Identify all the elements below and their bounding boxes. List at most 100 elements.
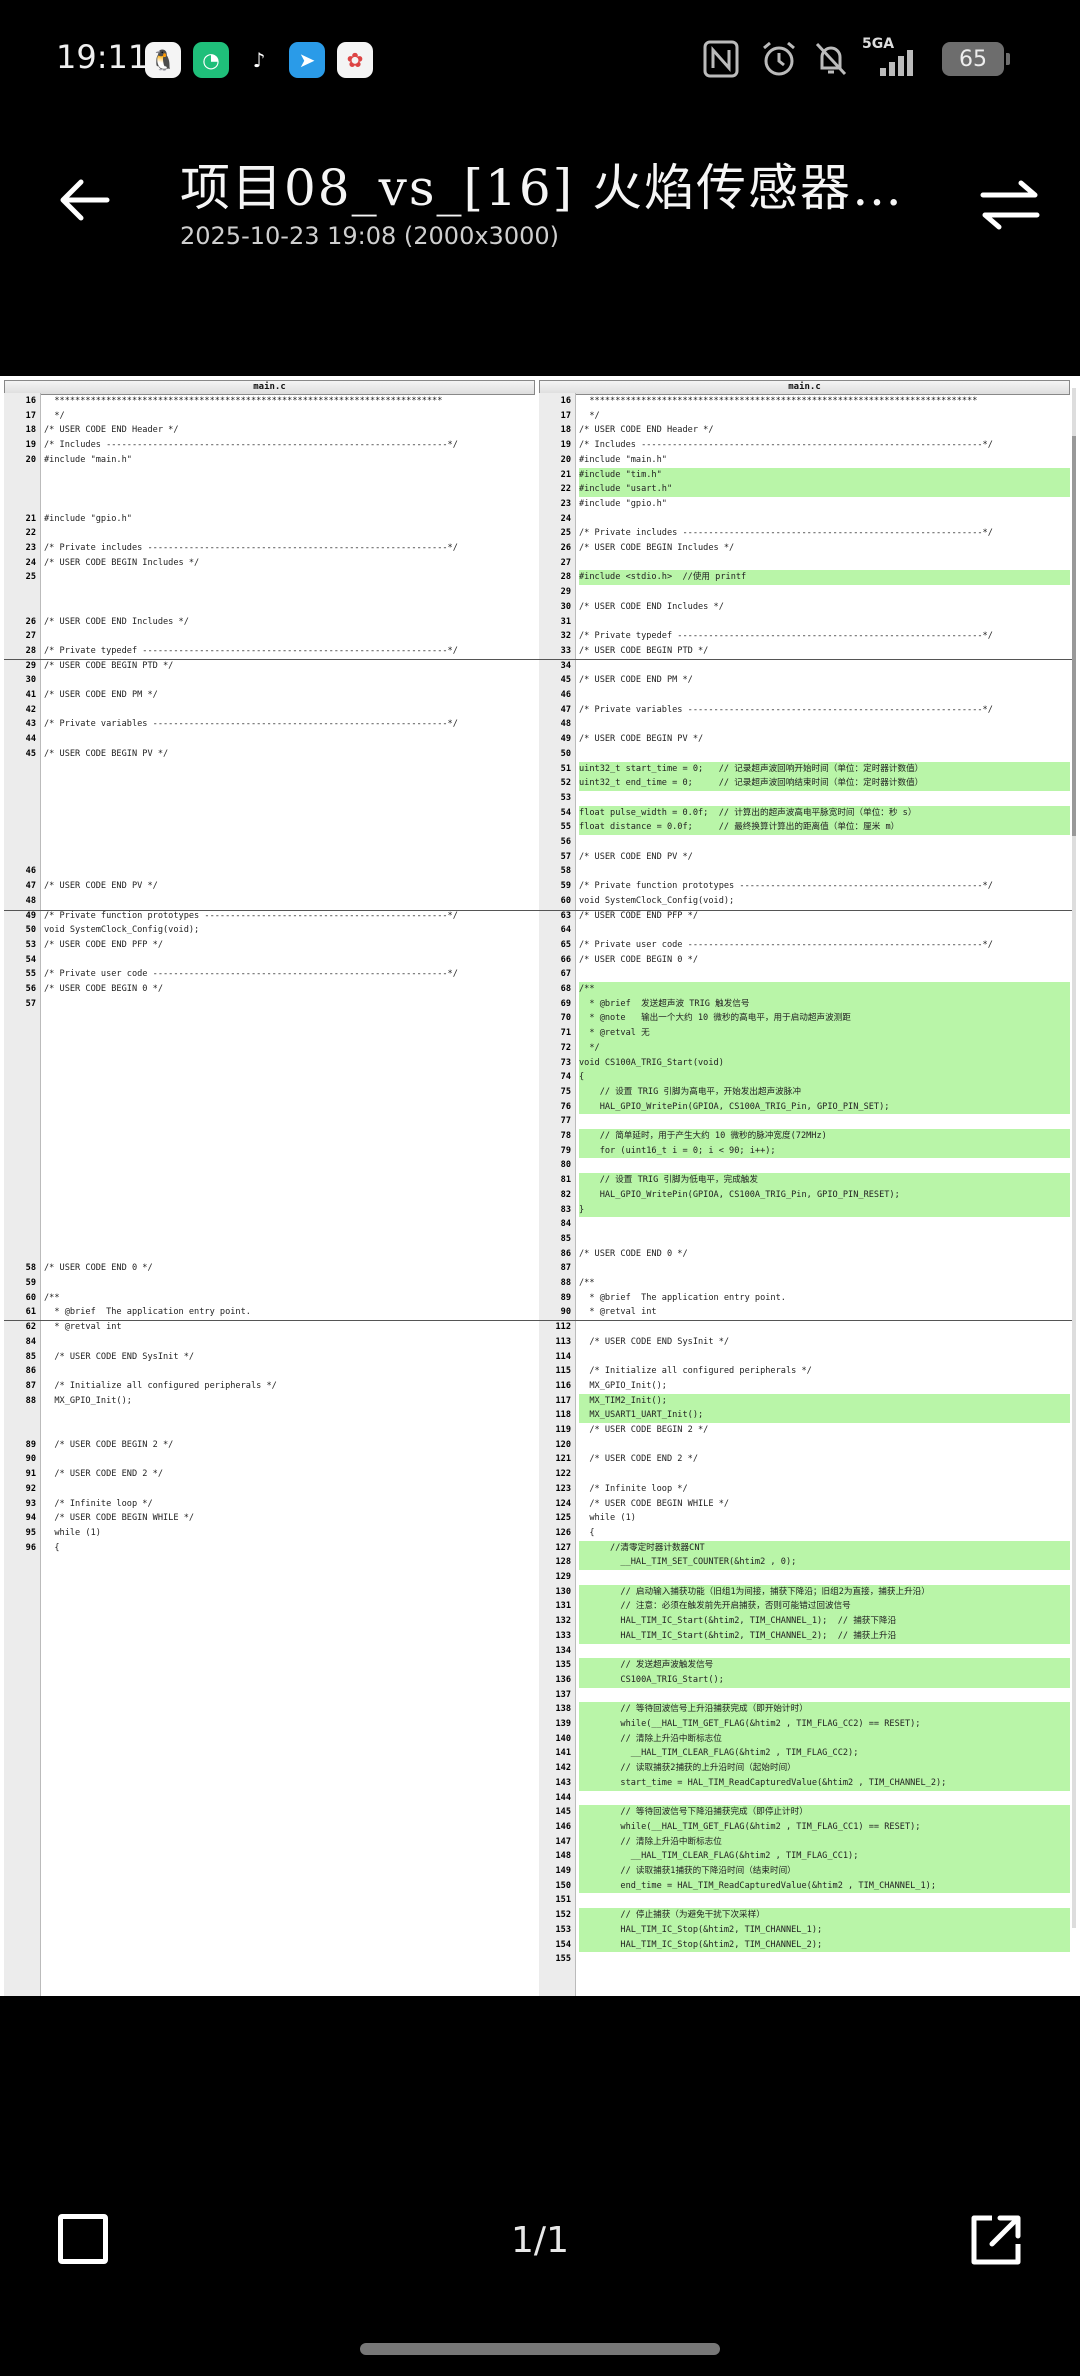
- code-line: 58 /* USER CODE END 0 */: [4, 1261, 535, 1276]
- added-code-text: // 发送超声波触发信号: [579, 1658, 1070, 1673]
- code-line: 75 // 设置 TRIG 引脚为高电平，开始发出超声波脉冲: [539, 1084, 1070, 1100]
- line-number: 17: [560, 410, 571, 421]
- line-number: 84: [25, 1336, 36, 1347]
- code-line: 123 /* Infinite loop */: [539, 1482, 1070, 1497]
- code-text: /* USER CODE END 0 */: [579, 1248, 688, 1259]
- select-square-icon[interactable]: [58, 2214, 108, 2264]
- code-line: 151: [539, 1893, 1070, 1908]
- code-line: 88 /**: [539, 1276, 1070, 1291]
- code-text: */: [44, 410, 65, 421]
- code-text: /* USER CODE BEGIN 0 */: [44, 984, 163, 994]
- line-number: 49: [560, 734, 571, 745]
- code-line: 30: [4, 673, 535, 688]
- code-line: 19 /* Includes --------------------------…: [4, 438, 535, 453]
- code-line: 66 /* USER CODE BEGIN 0 */: [539, 953, 1070, 968]
- line-number: 86: [25, 1366, 36, 1377]
- code-line: 60 /**: [4, 1291, 535, 1306]
- code-line: 64: [539, 923, 1070, 938]
- line-number: 21: [560, 469, 571, 480]
- code-line: 88 MX_GPIO_Init();: [4, 1394, 535, 1409]
- code-line: 22 #include "usart.h": [539, 482, 1070, 497]
- line-number: 89: [560, 1292, 571, 1303]
- status-bar: 19:11 🐧 ◔ ♪ ➤ ✿ 5GA 65: [0, 0, 1080, 120]
- line-number: 31: [560, 616, 571, 627]
- added-code-text: while(__HAL_TIM_GET_FLAG(&htim2 , TIM_FL…: [579, 1819, 1070, 1835]
- code-line: 96 {: [4, 1541, 535, 1556]
- code-line: 80: [539, 1158, 1070, 1173]
- line-number: 60: [25, 1292, 36, 1303]
- line-number: 58: [560, 866, 571, 877]
- code-text: /* USER CODE BEGIN Includes */: [579, 543, 735, 553]
- code-text: while (1): [44, 1527, 101, 1538]
- line-number: 155: [555, 1954, 571, 1965]
- code-line: 52 uint32_t end_time = 0; // 记录超声波回响结束时间（…: [539, 776, 1070, 791]
- code-line: 128 __HAL_TIM_SET_COUNTER(&htim2 , 0);: [539, 1555, 1070, 1570]
- code-line: 122: [539, 1467, 1070, 1482]
- code-text: /* Private user code -------------------…: [579, 939, 993, 950]
- code-text: /* USER CODE END Includes */: [44, 616, 189, 627]
- line-number: 81: [560, 1175, 571, 1186]
- line-number: 22: [560, 484, 571, 495]
- added-code-text: HAL_TIM_IC_Start(&htim2, TIM_CHANNEL_2);…: [579, 1628, 1070, 1644]
- code-line: 53: [539, 791, 1070, 806]
- scrollbar-thumb[interactable]: [1072, 436, 1076, 836]
- added-code-text: // 读取捕获1捕获的下降沿时间（结束时间）: [579, 1864, 1070, 1879]
- code-text: /* USER CODE BEGIN PV */: [44, 748, 169, 759]
- added-code-text: // 简单延时，用于产生大约 10 微秒的脉冲宽度(72MHz): [579, 1129, 1070, 1144]
- line-number: 127: [555, 1542, 571, 1553]
- back-arrow-icon[interactable]: [55, 170, 115, 230]
- code-text: /* Private variables -------------------…: [44, 719, 458, 730]
- line-number: 18: [560, 425, 571, 436]
- added-code-text: HAL_GPIO_WritePin(GPIOA, CS100A_TRIG_Pin…: [579, 1099, 1070, 1115]
- code-line: 29: [539, 585, 1070, 600]
- line-number: 20: [560, 454, 571, 465]
- line-number: 117: [555, 1395, 571, 1406]
- code-line: 138 // 等待回波信号上升沿捕获完成（即开始计时）: [539, 1702, 1070, 1717]
- line-number: 88: [560, 1278, 571, 1288]
- code-line: 84: [4, 1335, 535, 1350]
- open-external-icon[interactable]: [968, 2212, 1024, 2268]
- line-number: 114: [555, 1351, 571, 1362]
- added-code-text: // 启动输入捕获功能（旧组1为间接，捕获下降沿；旧组2为直接，捕获上升沿）: [579, 1584, 1070, 1600]
- code-text: /* USER CODE BEGIN WHILE */: [579, 1498, 730, 1509]
- added-code-text: __HAL_TIM_CLEAR_FLAG(&htim2 , TIM_FLAG_C…: [579, 1849, 1070, 1864]
- line-number: 16: [25, 396, 36, 406]
- line-number: 33: [560, 645, 571, 656]
- line-number: 21: [25, 513, 36, 524]
- code-line: 55 float distance = 0.0f; // 最终换算计算出的距离值（…: [539, 820, 1070, 835]
- line-number: 51: [560, 763, 571, 774]
- qq-app-icon: 🐧: [145, 42, 181, 78]
- code-text: /* USER CODE BEGIN WHILE */: [44, 1513, 195, 1524]
- line-number: 54: [25, 954, 36, 965]
- line-number: 54: [560, 807, 571, 818]
- swap-arrows-icon[interactable]: [975, 175, 1045, 235]
- line-number: 67: [560, 969, 571, 980]
- code-line: 85 /* USER CODE END SysInit */: [4, 1350, 535, 1365]
- code-text: */: [579, 410, 600, 421]
- code-line: 130 // 启动输入捕获功能（旧组1为间接，捕获下降沿；旧组2为直接，捕获上升…: [539, 1584, 1070, 1600]
- code-line: 22: [4, 526, 535, 541]
- code-text: /* USER CODE BEGIN 2 */: [579, 1425, 709, 1435]
- code-text: MX_GPIO_Init();: [579, 1380, 667, 1391]
- code-line: 139 while(__HAL_TIM_GET_FLAG(&htim2 , TI…: [539, 1717, 1070, 1732]
- code-line: 45 /* USER CODE BEGIN PV */: [4, 747, 535, 762]
- line-number: 53: [560, 792, 571, 803]
- added-code-text: * @retval 无: [579, 1026, 1070, 1041]
- line-number: 146: [555, 1821, 571, 1832]
- code-text: /* USER CODE END PM */: [44, 690, 158, 700]
- code-text: * @brief The application entry point.: [44, 1307, 251, 1318]
- home-indicator[interactable]: [360, 2343, 720, 2355]
- code-line: 86 /* USER CODE END 0 */: [539, 1247, 1070, 1262]
- image-viewer[interactable]: main.c 16 ******************************…: [0, 376, 1080, 1996]
- code-line: 142 // 读取捕获2捕获的上升沿时间（起始时间）: [539, 1761, 1070, 1776]
- line-number: 55: [560, 822, 571, 833]
- line-number: 26: [560, 543, 571, 553]
- line-number: 120: [555, 1439, 571, 1450]
- line-number: 76: [560, 1101, 571, 1112]
- line-number: 84: [560, 1219, 571, 1230]
- code-line: 85: [539, 1232, 1070, 1247]
